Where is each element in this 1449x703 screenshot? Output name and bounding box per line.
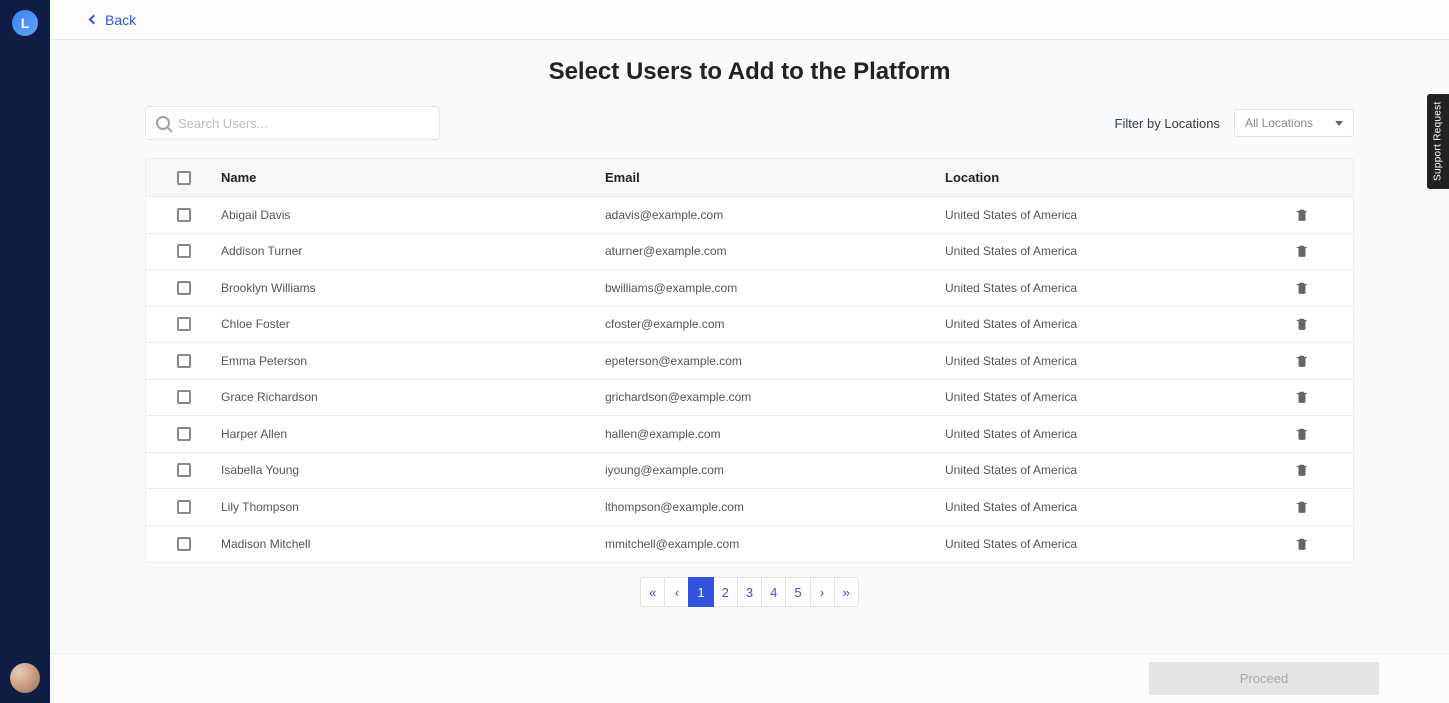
chevron-left-icon <box>89 15 99 25</box>
table-row: Grace Richardsongrichardson@example.comU… <box>146 380 1353 417</box>
cell-location: United States of America <box>945 281 1265 295</box>
cell-name: Abigail Davis <box>221 208 605 222</box>
pagination: «‹12345›» <box>145 577 1354 607</box>
row-checkbox[interactable] <box>177 317 191 331</box>
search-icon <box>156 116 170 130</box>
page-3[interactable]: 3 <box>737 577 762 607</box>
table-row: Harper Allenhallen@example.comUnited Sta… <box>146 416 1353 453</box>
cell-email: hallen@example.com <box>605 427 945 441</box>
table-header: Name Email Location <box>146 159 1353 197</box>
cell-email: grichardson@example.com <box>605 390 945 404</box>
row-checkbox[interactable] <box>177 208 191 222</box>
cell-location: United States of America <box>945 463 1265 477</box>
search-wrap[interactable] <box>145 106 440 140</box>
cell-email: epeterson@example.com <box>605 354 945 368</box>
page-1[interactable]: 1 <box>688 577 713 607</box>
filter-label: Filter by Locations <box>1115 116 1221 131</box>
page-last[interactable]: » <box>834 577 859 607</box>
cell-name: Madison Mitchell <box>221 537 605 551</box>
avatar[interactable] <box>10 663 40 693</box>
cell-location: United States of America <box>945 390 1265 404</box>
search-input[interactable] <box>178 116 429 131</box>
cell-email: adavis@example.com <box>605 208 945 222</box>
table-row: Chloe Fostercfoster@example.comUnited St… <box>146 307 1353 344</box>
cell-email: bwilliams@example.com <box>605 281 945 295</box>
cell-name: Harper Allen <box>221 427 605 441</box>
table-body: Abigail Davisadavis@example.comUnited St… <box>146 197 1353 562</box>
cell-name: Emma Peterson <box>221 354 605 368</box>
row-checkbox[interactable] <box>177 537 191 551</box>
cell-location: United States of America <box>945 354 1265 368</box>
trash-icon[interactable] <box>1295 537 1309 551</box>
cell-name: Chloe Foster <box>221 317 605 331</box>
page-title: Select Users to Add to the Platform <box>145 58 1354 86</box>
page-prev[interactable]: ‹ <box>664 577 689 607</box>
page-next[interactable]: › <box>810 577 835 607</box>
row-checkbox[interactable] <box>177 427 191 441</box>
cell-email: cfoster@example.com <box>605 317 945 331</box>
users-table: Name Email Location Abigail Davisadavis@… <box>145 158 1354 563</box>
trash-icon[interactable] <box>1295 463 1309 477</box>
trash-icon[interactable] <box>1295 208 1309 222</box>
support-request-tab[interactable]: Support Request <box>1427 94 1449 189</box>
page-4[interactable]: 4 <box>761 577 786 607</box>
trash-icon[interactable] <box>1295 427 1309 441</box>
trash-icon[interactable] <box>1295 500 1309 514</box>
main-content: Select Users to Add to the Platform Filt… <box>50 40 1449 607</box>
trash-icon[interactable] <box>1295 390 1309 404</box>
cell-name: Grace Richardson <box>221 390 605 404</box>
row-checkbox[interactable] <box>177 244 191 258</box>
col-header-name: Name <box>221 170 605 185</box>
cell-location: United States of America <box>945 208 1265 222</box>
trash-icon[interactable] <box>1295 281 1309 295</box>
footer: Proceed <box>50 653 1449 703</box>
table-row: Lily Thompsonlthompson@example.comUnited… <box>146 489 1353 526</box>
locations-select[interactable]: All Locations <box>1234 109 1354 137</box>
col-header-location: Location <box>945 170 1265 185</box>
table-row: Emma Petersonepeterson@example.comUnited… <box>146 343 1353 380</box>
table-row: Isabella Youngiyoung@example.comUnited S… <box>146 453 1353 490</box>
row-checkbox[interactable] <box>177 463 191 477</box>
row-checkbox[interactable] <box>177 390 191 404</box>
select-all-checkbox[interactable] <box>177 171 191 185</box>
controls-row: Filter by Locations All Locations <box>145 106 1354 140</box>
filter-group: Filter by Locations All Locations <box>1115 109 1355 137</box>
trash-icon[interactable] <box>1295 317 1309 331</box>
cell-name: Isabella Young <box>221 463 605 477</box>
cell-name: Brooklyn Williams <box>221 281 605 295</box>
cell-location: United States of America <box>945 427 1265 441</box>
table-row: Addison Turneraturner@example.comUnited … <box>146 234 1353 271</box>
table-row: Madison Mitchellmmitchell@example.comUni… <box>146 526 1353 563</box>
sidebar: L <box>0 0 50 703</box>
page-5[interactable]: 5 <box>785 577 810 607</box>
cell-name: Lily Thompson <box>221 500 605 514</box>
topbar: Back <box>50 0 1449 40</box>
cell-email: mmitchell@example.com <box>605 537 945 551</box>
row-checkbox[interactable] <box>177 281 191 295</box>
cell-email: lthompson@example.com <box>605 500 945 514</box>
cell-location: United States of America <box>945 244 1265 258</box>
locations-selected: All Locations <box>1245 116 1313 130</box>
back-button[interactable]: Back <box>90 12 136 28</box>
table-row: Abigail Davisadavis@example.comUnited St… <box>146 197 1353 234</box>
cell-email: aturner@example.com <box>605 244 945 258</box>
cell-location: United States of America <box>945 500 1265 514</box>
trash-icon[interactable] <box>1295 354 1309 368</box>
row-checkbox[interactable] <box>177 354 191 368</box>
proceed-button[interactable]: Proceed <box>1149 662 1379 695</box>
row-checkbox[interactable] <box>177 500 191 514</box>
table-row: Brooklyn Williamsbwilliams@example.comUn… <box>146 270 1353 307</box>
caret-down-icon <box>1335 121 1343 126</box>
cell-name: Addison Turner <box>221 244 605 258</box>
cell-location: United States of America <box>945 317 1265 331</box>
cell-location: United States of America <box>945 537 1265 551</box>
cell-email: iyoung@example.com <box>605 463 945 477</box>
col-header-email: Email <box>605 170 945 185</box>
back-label: Back <box>105 12 136 28</box>
app-logo[interactable]: L <box>12 10 38 36</box>
trash-icon[interactable] <box>1295 244 1309 258</box>
page-first[interactable]: « <box>640 577 665 607</box>
page-2[interactable]: 2 <box>713 577 738 607</box>
